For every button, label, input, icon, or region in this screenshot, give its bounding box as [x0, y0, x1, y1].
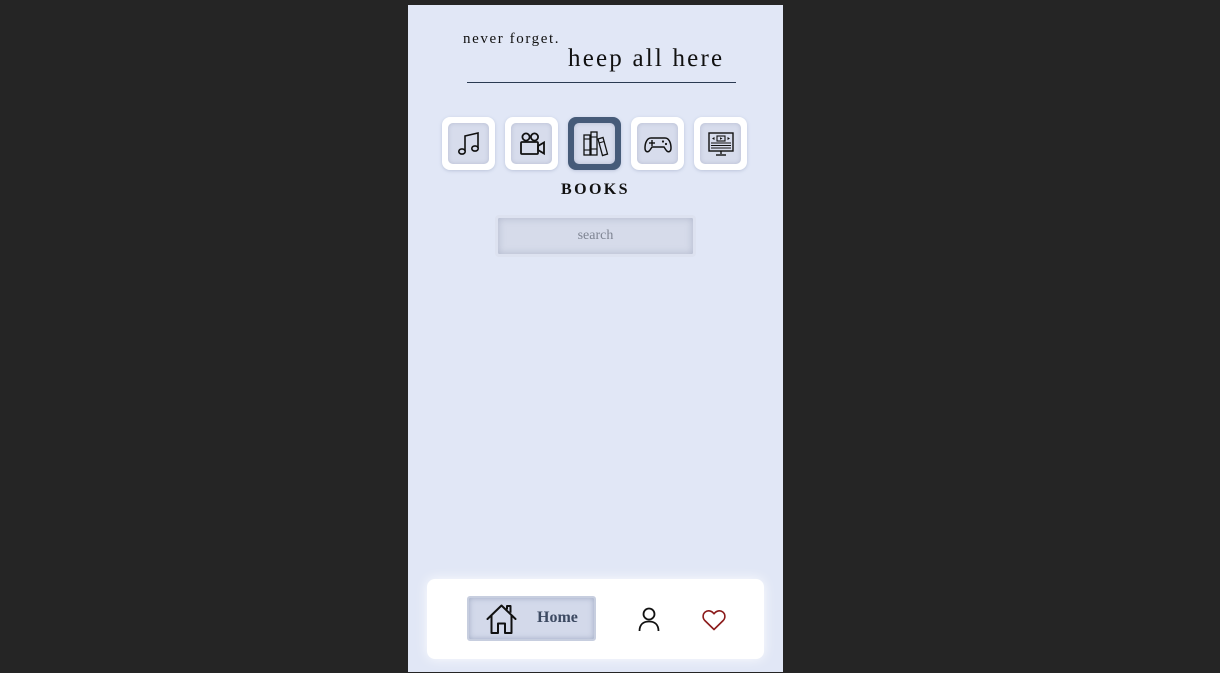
- search-box: [495, 215, 696, 257]
- heart-icon: [702, 610, 726, 631]
- music-note-icon: [457, 131, 479, 155]
- title-divider: [467, 82, 736, 83]
- monitor-icon: [707, 131, 734, 156]
- nav-profile-button[interactable]: [636, 606, 662, 632]
- category-games-button[interactable]: [631, 117, 684, 170]
- category-title: BOOKS: [561, 181, 630, 198]
- nav-home-label: Home: [537, 609, 578, 626]
- tagline: never forget.: [463, 31, 561, 47]
- user-icon: [638, 607, 660, 632]
- home-icon: [486, 604, 517, 634]
- search-input[interactable]: [498, 217, 693, 255]
- video-camera-icon: [519, 132, 545, 155]
- books-icon: [582, 130, 608, 156]
- category-books-button[interactable]: [568, 117, 621, 170]
- gamepad-icon: [643, 136, 672, 152]
- nav-favorites-button[interactable]: [701, 608, 727, 632]
- category-movies-button[interactable]: [505, 117, 558, 170]
- category-selector: [442, 117, 750, 171]
- page-title: heep all here: [568, 45, 725, 72]
- app-screen: never forget. heep all here BOOKS search…: [408, 5, 783, 672]
- category-tv-button[interactable]: [694, 117, 747, 170]
- bottom-nav: Home: [427, 579, 764, 659]
- category-music-button[interactable]: [442, 117, 495, 170]
- nav-home-button[interactable]: Home: [467, 596, 596, 641]
